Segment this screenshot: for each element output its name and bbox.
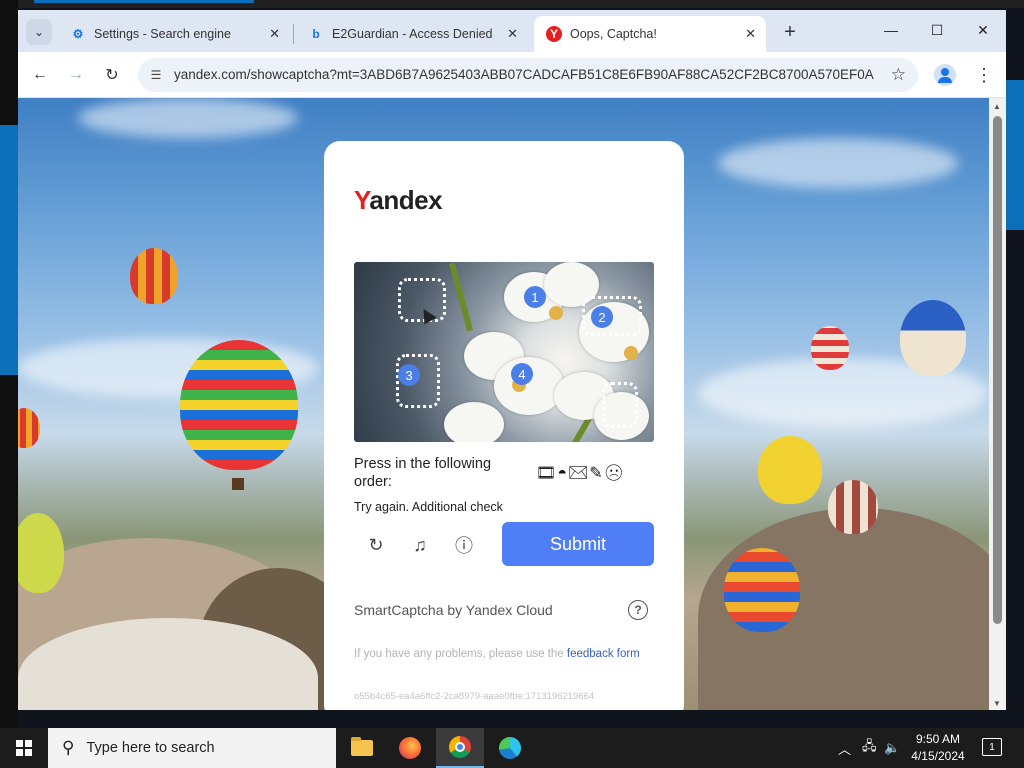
browser-toolbar: ← → ↻ ☰ yandex.com/showcaptcha?mt=3ABD6B… <box>18 52 1006 98</box>
balloon <box>758 436 822 504</box>
click-marker-2[interactable]: 2 <box>591 306 613 328</box>
reload-icon[interactable]: ↻ <box>98 61 126 89</box>
scroll-down-arrow-icon[interactable]: ▼ <box>993 699 1001 708</box>
gear-icon: ⚙ <box>72 27 84 41</box>
kebab-menu-icon[interactable]: ⋮ <box>974 62 994 88</box>
balloon <box>18 513 64 593</box>
yandex-logo: Yandex <box>354 185 443 215</box>
smartcaptcha-footer: SmartCaptcha by Yandex Cloud <box>354 602 553 618</box>
balloon-basket <box>232 478 244 490</box>
tab-e2guardian[interactable]: b E2Guardian - Access Denied ✕ <box>296 16 528 52</box>
taskbar-search-box[interactable]: ⚲ Type here to search <box>48 728 336 768</box>
request-hash: o55b4c65-ea4a6ffc2-2ca8979-aaae0fbe:1713… <box>354 691 595 702</box>
flower-stem <box>449 262 473 332</box>
target-shape[interactable] <box>602 382 638 428</box>
search-placeholder: Type here to search <box>86 740 215 756</box>
tab-settings[interactable]: ⚙ Settings - Search engine ✕ <box>58 16 290 52</box>
captcha-image[interactable]: 1 2 3 4 <box>354 262 654 442</box>
flower-center <box>549 306 563 320</box>
search-icon: ⚲ <box>62 738 75 757</box>
start-button[interactable] <box>0 728 48 768</box>
maximize-icon[interactable]: ☐ <box>914 10 960 50</box>
order-icons-strip: 🎞◓✉✎☹ <box>536 465 626 482</box>
petal <box>444 402 504 442</box>
back-arrow-icon[interactable]: ← <box>26 61 54 89</box>
desktop-left-edge <box>0 0 18 728</box>
tab-captcha[interactable]: Y Oops, Captcha! ✕ <box>534 16 766 52</box>
network-icon[interactable]: 🖧 <box>862 728 877 768</box>
info-icon[interactable]: ⓘ <box>450 531 478 559</box>
tab-separator <box>293 24 294 44</box>
captcha-card: Yandex 1 2 3 4 Press in the following or… <box>324 141 684 710</box>
edge-icon[interactable] <box>486 728 534 768</box>
windows-logo-icon <box>16 740 32 756</box>
new-tab-plus-icon[interactable]: + <box>776 18 804 46</box>
show-hidden-icons-chevron-icon[interactable]: ︿ <box>838 728 851 768</box>
submit-button[interactable]: Submit <box>502 522 654 566</box>
clock-time: 9:50 AM <box>915 732 961 746</box>
flower-center <box>624 346 638 360</box>
address-bar[interactable]: ☰ yandex.com/showcaptcha?mt=3ABD6B7A9625… <box>138 58 918 92</box>
bookmark-star-icon[interactable]: ☆ <box>891 65 906 85</box>
bing-icon: b <box>312 27 320 41</box>
volume-muted-icon[interactable]: 🔈 <box>884 728 900 768</box>
cloud <box>718 138 958 188</box>
balloon <box>900 300 966 376</box>
click-marker-4[interactable]: 4 <box>511 363 533 385</box>
forward-arrow-icon[interactable]: → <box>62 61 90 89</box>
balloon <box>828 480 878 534</box>
click-marker-3[interactable]: 3 <box>398 364 420 386</box>
browser-window: ⌄ ⚙ Settings - Search engine ✕ b E2Guard… <box>18 10 1006 710</box>
balloon <box>180 340 298 470</box>
scrollbar-thumb[interactable] <box>993 116 1002 624</box>
windows-taskbar: ⚲ Type here to search ︿ 🖧 🔈 9:50 AM 4/15… <box>0 728 1024 768</box>
balloon <box>724 548 800 632</box>
url-text[interactable]: yandex.com/showcaptcha?mt=3ABD6B7A962540… <box>174 67 874 82</box>
refresh-icon[interactable]: ↻ <box>362 531 390 559</box>
taskbar-clock[interactable]: 9:50 AM 4/15/2024 <box>900 731 976 765</box>
firefox-icon[interactable] <box>386 728 434 768</box>
yandex-icon: Y <box>546 26 562 42</box>
close-icon[interactable]: ✕ <box>269 26 280 42</box>
minimize-icon[interactable]: — <box>868 10 914 50</box>
balloon <box>130 248 178 304</box>
notification-center-icon[interactable]: 1 <box>982 738 1002 756</box>
balloon <box>18 408 40 448</box>
headphones-audio-icon[interactable]: ♫ <box>406 531 434 559</box>
click-marker-1[interactable]: 1 <box>524 286 546 308</box>
page-viewport: Yandex 1 2 3 4 Press in the following or… <box>18 98 989 710</box>
help-question-icon[interactable]: ? <box>628 600 648 620</box>
profile-avatar-icon[interactable] <box>934 64 956 86</box>
file-explorer-icon[interactable] <box>338 728 386 768</box>
feedback-text: If you have any problems, please use the… <box>354 648 640 660</box>
chrome-icon[interactable] <box>436 728 484 768</box>
cloud <box>78 98 298 138</box>
tab-title: Settings - Search engine <box>94 27 231 41</box>
desktop-top-bar <box>0 0 1024 8</box>
vertical-scrollbar[interactable]: ▲ ▼ <box>989 98 1006 710</box>
balloon <box>811 326 849 370</box>
desktop-right-edge <box>1006 80 1024 230</box>
close-icon[interactable]: ✕ <box>507 26 518 42</box>
feedback-link[interactable]: feedback form <box>567 648 640 660</box>
captcha-status: Try again. Additional check <box>354 500 503 514</box>
site-info-icon[interactable]: ☰ <box>148 67 164 83</box>
tab-search-dropdown-icon[interactable]: ⌄ <box>26 19 52 45</box>
clock-date: 4/15/2024 <box>911 749 965 763</box>
window-close-icon[interactable]: ✕ <box>960 10 1006 50</box>
tab-title: Oops, Captcha! <box>570 27 657 41</box>
close-icon[interactable]: ✕ <box>745 26 756 42</box>
tab-strip: ⌄ ⚙ Settings - Search engine ✕ b E2Guard… <box>18 10 1006 52</box>
captcha-instruction: Press in the following order: <box>354 456 492 490</box>
scroll-up-arrow-icon[interactable]: ▲ <box>993 102 1001 111</box>
tab-title: E2Guardian - Access Denied <box>332 27 493 41</box>
